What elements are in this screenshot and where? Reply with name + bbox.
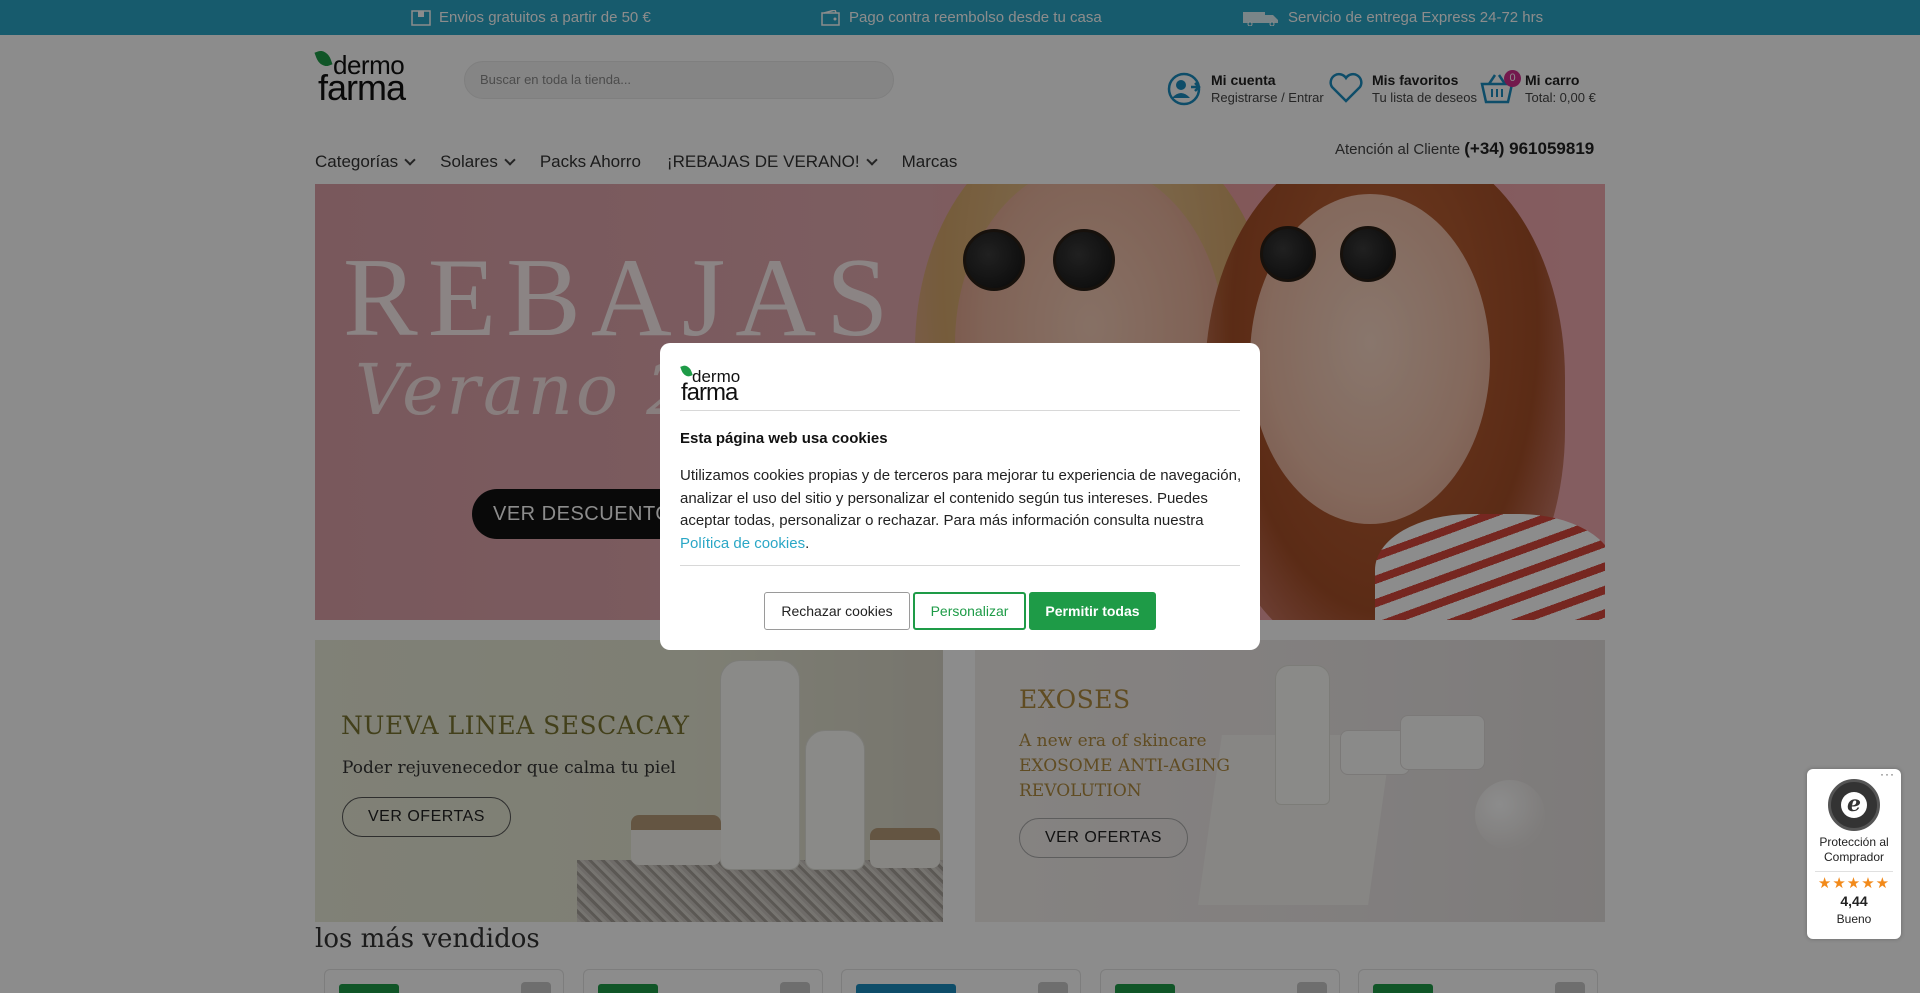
buyer-protection-label: Protección al Comprador: [1819, 835, 1889, 864]
trusted-shops-badge[interactable]: ··· e Protección al Comprador ★★★★★ 4,44…: [1807, 767, 1901, 939]
cookie-dialog-title: Esta página web usa cookies: [680, 430, 888, 447]
rating-grade: Bueno: [1836, 912, 1872, 926]
trusted-shops-seal-icon: e: [1828, 779, 1880, 831]
cookie-dialog-period: .: [805, 534, 810, 552]
customize-cookies-button[interactable]: Personalizar: [913, 592, 1026, 630]
rating-score: 4,44: [1840, 893, 1868, 909]
cookie-dialog-body: Utilizamos cookies propias y de terceros…: [680, 467, 1242, 529]
reject-cookies-button[interactable]: Rechazar cookies: [764, 592, 910, 630]
seal-letter: e: [1841, 792, 1867, 818]
leaf-icon: [680, 363, 693, 379]
divider: [680, 410, 1240, 411]
cookie-dialog-text: Utilizamos cookies propias y de terceros…: [680, 465, 1245, 555]
accept-all-cookies-button[interactable]: Permitir todas: [1029, 592, 1156, 630]
cookie-consent-dialog: dermo farma Esta página web usa cookies …: [660, 343, 1260, 650]
cookie-policy-link[interactable]: Política de cookies: [680, 535, 805, 552]
dialog-logo-text-farma: farma: [681, 379, 738, 406]
dialog-logo: dermo farma: [680, 363, 750, 406]
divider: [1815, 871, 1893, 872]
rating-stars-icon: ★★★★★: [1817, 875, 1891, 892]
more-options-icon[interactable]: ···: [1880, 767, 1895, 781]
divider: [680, 565, 1240, 566]
